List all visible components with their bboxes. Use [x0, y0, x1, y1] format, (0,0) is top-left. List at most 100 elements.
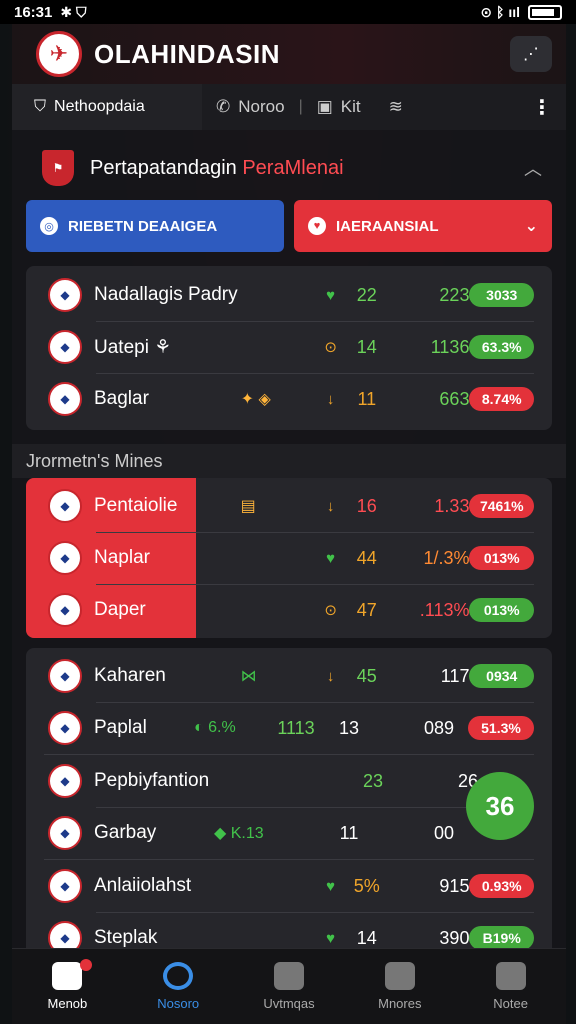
app-logo: ✈ — [36, 31, 82, 77]
section-title: Pertapatandagin PeraMlenai — [90, 156, 344, 179]
percent-badge: 63.3% — [469, 335, 534, 359]
trophy-icon — [273, 962, 304, 990]
table-row[interactable]: ◆ Uatepi ⚘ ⊙ 14 1136 63.3% — [26, 321, 552, 373]
score-badge[interactable]: 36 — [466, 772, 534, 840]
percent-badge: B19% — [469, 926, 534, 950]
played-value: 14 — [356, 927, 377, 948]
points-value: 26 — [457, 770, 478, 791]
points-value: 1/.3% — [423, 547, 470, 568]
form-icons: ✦ ◈ — [240, 391, 271, 408]
table-row[interactable]: ◆ Nadallagis Padry ♥ 22 223 3033 — [26, 269, 552, 321]
played-value: 11 — [339, 822, 359, 843]
team-name: Kaharen — [94, 665, 166, 686]
table-row[interactable]: ◆ Pentaiolie ▤ ↓ 16 1.33 7461% — [26, 480, 552, 532]
played-value: 47 — [356, 599, 377, 620]
team-logo: ◆ — [48, 711, 82, 745]
table-row[interactable]: ◆ Daper ⊙ 47 .113% 013% — [26, 584, 552, 636]
table-row[interactable]: ◆ Paplal ◐ 6.% 1113 13 089 51.3% — [26, 702, 552, 754]
form-icons: ◆ K.13 — [214, 825, 264, 842]
user-icon — [495, 962, 526, 990]
trend-icon: ♥ — [326, 877, 336, 895]
app-window: ✈ OLAHINDASIN ⋰ ⛉ Nethoopdaia ✆ Noroo | … — [12, 24, 566, 1024]
battery-icon — [528, 4, 562, 20]
nav-profile-label: Notee — [493, 996, 528, 1011]
nav-home[interactable]: Menob — [12, 949, 123, 1024]
shield-icon: ⛉ — [34, 98, 47, 115]
team-logo: ◆ — [48, 816, 82, 850]
trend-icon: ↓ — [326, 390, 335, 408]
header-action-button[interactable]: ⋰ — [510, 36, 552, 72]
points-value: 1.33 — [434, 495, 470, 516]
tab-noroo[interactable]: ✆ Noroo — [202, 97, 299, 117]
team-name: Daper — [94, 599, 146, 620]
played-value: 22 — [356, 284, 377, 305]
table-row[interactable]: ◆ Baglar ✦ ◈ ↓ 11 663 8.74% — [26, 373, 552, 425]
table-row[interactable]: ◆ Kaharen ⋈ ↓ 45 117 0934 — [26, 650, 552, 702]
heart-icon: ♥ — [308, 217, 326, 235]
trend-icon: ♥ — [326, 286, 336, 304]
played-value: 14 — [356, 336, 377, 357]
percent-badge: 013% — [469, 546, 534, 570]
trend-icon: ↓ — [326, 497, 335, 515]
team-name: Nadallagis Padry — [94, 284, 238, 305]
team-name: Naplar — [94, 547, 150, 568]
form-icons: ⋈ — [240, 668, 257, 685]
played-value: 16 — [356, 495, 377, 516]
team-logo: ◆ — [48, 278, 82, 312]
played-value: 23 — [362, 770, 384, 791]
team-logo: ◆ — [48, 764, 82, 798]
tab-kit-label: Kit — [340, 97, 361, 116]
notification-icons: ✱ ⛉ — [60, 3, 87, 20]
section-subheading: Jrormetn's Mines — [12, 444, 566, 478]
app-title: OLAHINDASIN — [94, 38, 281, 69]
home-icon — [52, 962, 83, 990]
points-value: 663 — [439, 388, 470, 409]
more-menu-icon[interactable]: ⋮ — [532, 95, 566, 120]
tab-main[interactable]: ⛉ Nethoopdaia — [12, 84, 202, 130]
points-value: 00 — [433, 822, 454, 843]
tab-noroo-label: Noroo — [238, 97, 285, 116]
team-name: Steplak — [94, 927, 158, 948]
points-value: 117 — [440, 665, 470, 686]
nav-matches-label: Uvtmqas — [263, 996, 315, 1011]
percent-badge: 3033 — [469, 283, 534, 307]
team-name: Uatepi ⚘ — [94, 336, 172, 358]
percent-badge: 7461% — [469, 494, 534, 518]
extra-value: 1113 — [277, 717, 315, 738]
filter-left-button[interactable]: ◎ RIEBETN DEAAIGEA — [26, 200, 284, 252]
team-name: Paplal — [94, 717, 147, 738]
played-value: 13 — [338, 717, 360, 738]
clock: 16:31 — [14, 3, 53, 21]
percent-badge: 013% — [469, 598, 534, 622]
team-logo: ◆ — [48, 659, 82, 693]
standings-card-1: ◆ Nadallagis Padry ♥ 22 223 3033 ◆ Uatep… — [26, 266, 552, 430]
filter-right-dropdown[interactable]: ♥ IAERAANSIAL ⌄ — [294, 200, 552, 252]
target-icon: ◎ — [40, 217, 58, 235]
nav-profile[interactable]: Notee — [455, 949, 566, 1024]
table-row[interactable]: ◆ Naplar ♥ 44 1/.3% 013% — [26, 532, 552, 584]
filter-right-label: IAERAANSIAL — [336, 217, 439, 235]
filter-icon[interactable]: ≋ — [375, 97, 417, 117]
tab-kit[interactable]: ▣ Kit — [303, 97, 375, 117]
form-icons: ▤ — [240, 498, 256, 515]
percent-badge: 8.74% — [469, 387, 534, 411]
filter-left-label: RIEBETN DEAAIGEA — [68, 217, 218, 235]
nav-search[interactable]: Nosoro — [123, 949, 234, 1024]
played-value: 44 — [356, 547, 377, 568]
team-name: Pepbiyfantion — [94, 770, 210, 791]
nav-matches[interactable]: Uvtmqas — [234, 949, 345, 1024]
trend-icon: ⊙ — [324, 602, 337, 619]
nav-community[interactable]: Mnores — [344, 949, 455, 1024]
trend-icon: ♥ — [326, 929, 336, 947]
team-logo: ◆ — [48, 382, 82, 416]
notification-dot — [80, 959, 92, 971]
table-row[interactable]: ◆ Anlaiiolahst ♥ 5% 915 0.93% — [26, 860, 552, 912]
form-icons: ◐ 6.% — [194, 719, 236, 736]
chevron-down-icon: ⌄ — [524, 218, 538, 235]
collapse-icon[interactable]: ︿ — [524, 155, 542, 181]
team-logo: ◆ — [48, 330, 82, 364]
section-header[interactable]: ⚑ Pertapatandagin PeraMlenai ︿ — [12, 136, 566, 200]
trend-icon: ↓ — [326, 667, 335, 685]
team-logo: ◆ — [48, 869, 82, 903]
percent-badge: 0934 — [469, 664, 534, 688]
